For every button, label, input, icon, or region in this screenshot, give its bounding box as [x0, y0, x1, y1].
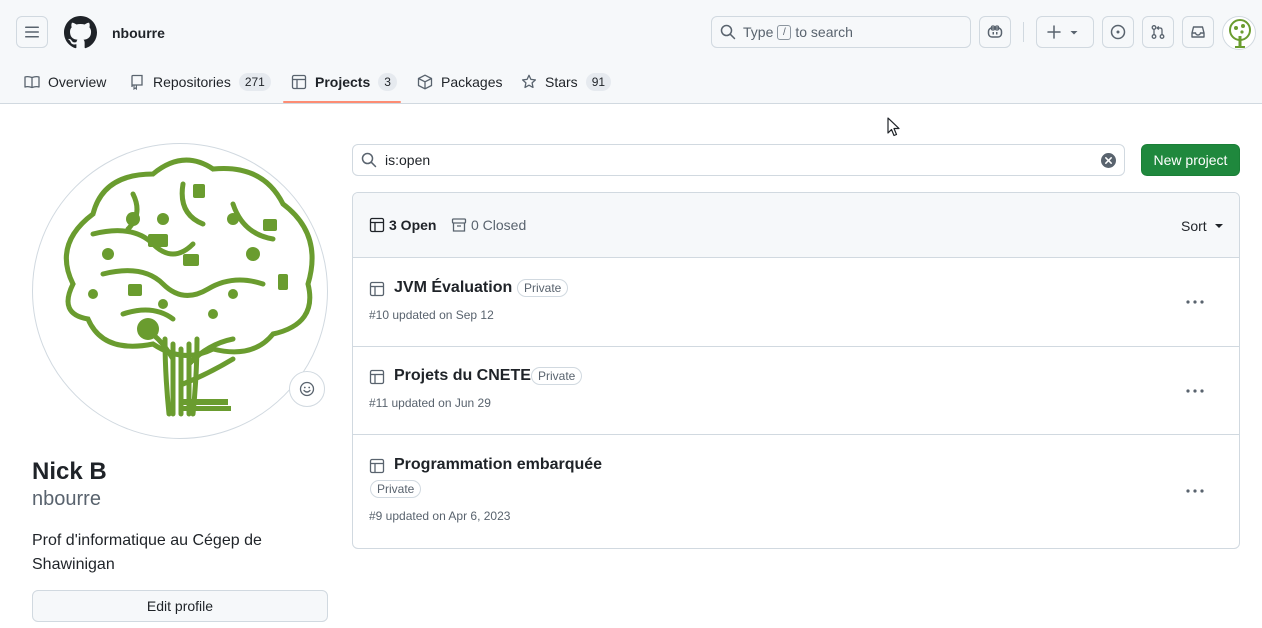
tab-label: Repositories: [153, 74, 231, 90]
sort-label: Sort: [1181, 218, 1207, 234]
plus-icon: [1047, 25, 1061, 39]
search-placeholder-suffix: to search: [795, 24, 853, 40]
tab-repositories[interactable]: Repositories 271: [129, 64, 271, 100]
project-row: JVM Évaluation Private #10 updated on Se…: [353, 258, 1239, 347]
projects-list: 3 Open 0 Closed Sort JVM Évaluation Priv…: [352, 192, 1240, 549]
create-new-button[interactable]: [1036, 16, 1094, 48]
filter-value: is:open: [385, 152, 431, 168]
tab-overview[interactable]: Overview: [24, 64, 106, 100]
visibility-badge: Private: [531, 367, 583, 385]
pull-requests-button[interactable]: [1142, 16, 1174, 48]
kebab-horizontal-icon: [1186, 300, 1204, 304]
table-icon: [291, 74, 307, 90]
tab-projects[interactable]: Projects 3: [291, 64, 397, 100]
search-icon: [720, 24, 736, 40]
kebab-horizontal-icon: [1186, 389, 1204, 393]
user-avatar[interactable]: [1222, 16, 1256, 50]
project-meta: #10 updated on Sep 12: [369, 308, 494, 322]
tab-label: Stars: [545, 74, 578, 90]
stars-counter: 91: [585, 73, 612, 91]
profile-name: Nick B: [32, 458, 107, 485]
table-icon: [369, 281, 385, 297]
repo-icon: [131, 74, 143, 90]
package-icon: [417, 74, 433, 90]
closed-count-label: 0 Closed: [471, 217, 527, 233]
closed-projects-filter[interactable]: 0 Closed: [451, 217, 526, 233]
star-icon: [521, 74, 537, 89]
table-icon: [369, 369, 385, 385]
global-header: nbourre Type / to search Overview Reposi…: [0, 0, 1262, 104]
archive-icon: [451, 218, 467, 232]
table-icon: [369, 458, 385, 474]
visibility-badge: Private: [370, 480, 422, 498]
project-options-button[interactable]: [1179, 290, 1211, 314]
book-icon: [24, 75, 40, 89]
search-placeholder-prefix: Type: [743, 24, 774, 40]
project-meta: #11 updated on Jun 29: [369, 396, 491, 410]
project-options-button[interactable]: [1179, 479, 1211, 503]
project-row: Projets du CNETE Private #11 updated on …: [353, 347, 1239, 435]
inbox-button[interactable]: [1182, 16, 1214, 48]
sort-dropdown[interactable]: Sort: [1181, 218, 1223, 234]
tab-label: Projects: [315, 74, 371, 90]
copilot-icon: [987, 25, 1003, 38]
tab-packages[interactable]: Packages: [417, 64, 502, 100]
project-options-button[interactable]: [1179, 379, 1211, 403]
edit-profile-button[interactable]: Edit profile: [32, 590, 328, 622]
triangle-down-icon: [1070, 31, 1078, 35]
table-icon: [369, 217, 385, 233]
mouse-cursor-icon: [887, 117, 900, 137]
project-row: Programmation embarquée Private #9 updat…: [353, 435, 1239, 548]
profile-username: nbourre: [32, 488, 101, 510]
project-title-link[interactable]: JVM Évaluation: [394, 279, 512, 297]
active-tab-indicator: [283, 101, 401, 103]
search-icon: [361, 152, 377, 168]
kebab-horizontal-icon: [1186, 489, 1204, 493]
project-meta: #9 updated on Apr 6, 2023: [369, 509, 511, 523]
tab-label: Packages: [441, 74, 503, 90]
repositories-counter: 271: [238, 73, 271, 91]
header-divider: [1023, 22, 1024, 42]
hamburger-icon: [25, 26, 39, 38]
visibility-badge: Private: [517, 279, 569, 297]
projects-counter: 3: [378, 73, 397, 91]
projects-filter-input[interactable]: is:open: [352, 144, 1125, 176]
clear-filter-icon[interactable]: [1101, 153, 1116, 168]
menu-button[interactable]: [16, 16, 48, 48]
new-project-button[interactable]: New project: [1141, 144, 1240, 176]
set-status-button[interactable]: [289, 371, 325, 407]
issue-opened-icon: [1110, 24, 1126, 40]
github-logo-icon[interactable]: [64, 16, 97, 49]
project-title-link[interactable]: Projets du CNETE: [394, 367, 531, 385]
profile-bio: Prof d'informatique au Cégep de Shawinig…: [32, 532, 262, 573]
smiley-icon: [299, 381, 315, 397]
profile-avatar[interactable]: [32, 143, 328, 439]
open-projects-filter[interactable]: 3 Open: [369, 217, 436, 233]
global-search-input[interactable]: Type / to search: [711, 16, 971, 48]
open-count-label: 3 Open: [389, 217, 437, 233]
tree-brain-logo-icon: [1229, 19, 1251, 48]
tree-brain-logo-icon: [63, 157, 315, 417]
copilot-button[interactable]: [979, 16, 1011, 48]
tab-label: Overview: [48, 74, 107, 90]
tab-stars[interactable]: Stars 91: [521, 64, 612, 100]
inbox-icon: [1191, 26, 1205, 38]
git-pull-request-icon: [1151, 25, 1165, 39]
search-shortcut-key: /: [777, 24, 792, 40]
context-owner-link[interactable]: nbourre: [112, 25, 165, 41]
project-title-link[interactable]: Programmation embarquée: [394, 456, 602, 474]
projects-list-header: 3 Open 0 Closed Sort: [353, 193, 1239, 258]
caret-down-icon: [1214, 224, 1223, 228]
issues-button[interactable]: [1102, 16, 1134, 48]
